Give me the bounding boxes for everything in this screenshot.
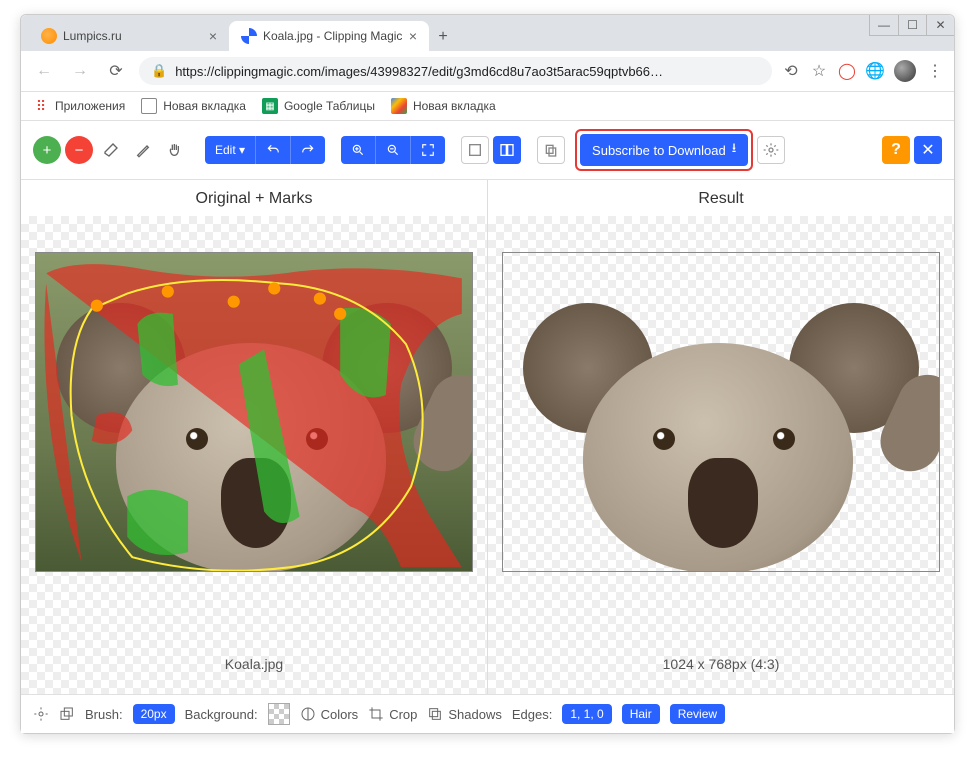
settings-button[interactable] bbox=[757, 136, 785, 164]
bulk-button[interactable] bbox=[59, 706, 75, 722]
apps-button[interactable]: ⠿ Приложения bbox=[33, 98, 125, 114]
app-toolbar: + − Edit ▾ Subscribe to Downl bbox=[21, 121, 954, 180]
bookmark-item[interactable]: Новая вкладка bbox=[391, 98, 496, 114]
crop-button[interactable]: Crop bbox=[368, 706, 417, 722]
marks-overlay bbox=[36, 253, 472, 572]
tab-strip: Lumpics.ru × Koala.jpg - Clipping Magic … bbox=[21, 15, 954, 51]
editor-panels: Original + Marks bbox=[21, 180, 954, 694]
redo-button[interactable] bbox=[291, 136, 325, 164]
tab-clippingmagic[interactable]: Koala.jpg - Clipping Magic × bbox=[229, 21, 429, 51]
result-image bbox=[503, 253, 939, 571]
original-panel: Original + Marks bbox=[21, 180, 487, 694]
sheets-icon: ▦ bbox=[262, 98, 278, 114]
subscribe-highlight: Subscribe to Download ⭳ bbox=[575, 129, 753, 171]
background-label: Background: bbox=[185, 707, 258, 722]
window-controls: — ☐ ✕ bbox=[869, 15, 954, 36]
browser-window: — ☐ ✕ Lumpics.ru × Koala.jpg - Clipping … bbox=[20, 14, 955, 734]
globe-icon[interactable]: 🌐 bbox=[866, 62, 884, 80]
pan-button[interactable] bbox=[161, 136, 189, 164]
zoom-in-button[interactable] bbox=[341, 136, 376, 164]
panel-title: Original + Marks bbox=[196, 180, 313, 216]
split-view-button[interactable] bbox=[493, 136, 521, 164]
undo-button[interactable] bbox=[256, 136, 291, 164]
zoom-group bbox=[341, 136, 445, 164]
eraser-button[interactable] bbox=[97, 136, 125, 164]
favicon-icon bbox=[41, 28, 57, 44]
forward-button[interactable]: → bbox=[67, 58, 93, 84]
new-tab-button[interactable]: + bbox=[429, 23, 457, 51]
reload-button[interactable]: ⟳ bbox=[103, 58, 129, 84]
preferences-button[interactable] bbox=[33, 706, 49, 722]
bookmark-item[interactable]: ▦ Google Таблицы bbox=[262, 98, 375, 114]
menu-icon[interactable]: ⋮ bbox=[926, 62, 944, 80]
edges-value-button[interactable]: 1, 1, 0 bbox=[562, 704, 611, 724]
url-input[interactable]: 🔒 https://clippingmagic.com/images/43998… bbox=[139, 57, 772, 85]
back-button[interactable]: ← bbox=[31, 58, 57, 84]
bookmark-label: Приложения bbox=[55, 99, 125, 113]
tab-lumpics[interactable]: Lumpics.ru × bbox=[29, 21, 229, 51]
keep-mark-button[interactable]: + bbox=[33, 136, 61, 164]
filename-label: Koala.jpg bbox=[21, 642, 487, 694]
favicon-icon bbox=[241, 28, 257, 44]
download-icon: ⭳ bbox=[732, 139, 737, 161]
address-bar: ← → ⟳ 🔒 https://clippingmagic.com/images… bbox=[21, 51, 954, 92]
bottom-bar: Brush: 20px Background: Colors Crop Shad… bbox=[21, 694, 954, 733]
bookmarks-bar: ⠿ Приложения Новая вкладка ▦ Google Табл… bbox=[21, 92, 954, 121]
brush-label: Brush: bbox=[85, 707, 123, 722]
edges-label: Edges: bbox=[512, 707, 552, 722]
url-text: https://clippingmagic.com/images/4399832… bbox=[175, 64, 663, 79]
shadows-button[interactable]: Shadows bbox=[427, 706, 501, 722]
bookmark-label: Новая вкладка bbox=[163, 99, 246, 113]
panel-title: Result bbox=[698, 180, 743, 216]
extensions: ⟲ ☆ ◯ 🌐 ⋮ bbox=[782, 60, 944, 82]
tab-title: Lumpics.ru bbox=[63, 29, 203, 43]
edit-dropdown[interactable]: Edit ▾ bbox=[205, 136, 256, 164]
hair-button[interactable]: Hair bbox=[622, 704, 660, 724]
page-icon bbox=[141, 98, 157, 114]
close-editor-button[interactable]: ✕ bbox=[914, 136, 942, 164]
star-icon[interactable]: ☆ bbox=[810, 62, 828, 80]
single-view-button[interactable] bbox=[461, 136, 489, 164]
tab-title: Koala.jpg - Clipping Magic bbox=[263, 29, 403, 43]
help-button[interactable]: ? bbox=[882, 136, 910, 164]
colors-button[interactable]: Colors bbox=[300, 706, 359, 722]
review-button[interactable]: Review bbox=[670, 704, 725, 724]
picture-icon bbox=[391, 98, 407, 114]
translate-icon[interactable]: ⟲ bbox=[782, 62, 800, 80]
maximize-button[interactable]: ☐ bbox=[898, 15, 926, 35]
close-window-button[interactable]: ✕ bbox=[926, 15, 954, 35]
bookmark-label: Google Таблицы bbox=[284, 99, 375, 113]
fit-button[interactable] bbox=[411, 136, 445, 164]
subscribe-download-button[interactable]: Subscribe to Download ⭳ bbox=[580, 134, 748, 166]
remove-mark-button[interactable]: − bbox=[65, 136, 93, 164]
copy-button[interactable] bbox=[537, 136, 565, 164]
brush-size-button[interactable]: 20px bbox=[133, 704, 175, 724]
zoom-out-button[interactable] bbox=[376, 136, 411, 164]
profile-avatar[interactable] bbox=[894, 60, 916, 82]
edit-group: Edit ▾ bbox=[205, 136, 325, 164]
background-swatch[interactable] bbox=[268, 703, 290, 725]
close-tab-icon[interactable]: × bbox=[409, 29, 417, 43]
dimensions-label: 1024 x 768px (4:3) bbox=[488, 642, 954, 694]
opera-icon[interactable]: ◯ bbox=[838, 62, 856, 80]
bookmark-label: Новая вкладка bbox=[413, 99, 496, 113]
minimize-button[interactable]: — bbox=[870, 15, 898, 35]
lock-icon: 🔒 bbox=[151, 63, 167, 79]
original-canvas[interactable]: Koala.jpg bbox=[21, 216, 487, 694]
scalpel-button[interactable] bbox=[129, 136, 157, 164]
close-tab-icon[interactable]: × bbox=[209, 29, 217, 43]
result-panel: Result 1024 x 768px (4:3) bbox=[488, 180, 954, 694]
apps-icon: ⠿ bbox=[33, 98, 49, 114]
result-canvas[interactable]: 1024 x 768px (4:3) bbox=[488, 216, 954, 694]
bookmark-item[interactable]: Новая вкладка bbox=[141, 98, 246, 114]
